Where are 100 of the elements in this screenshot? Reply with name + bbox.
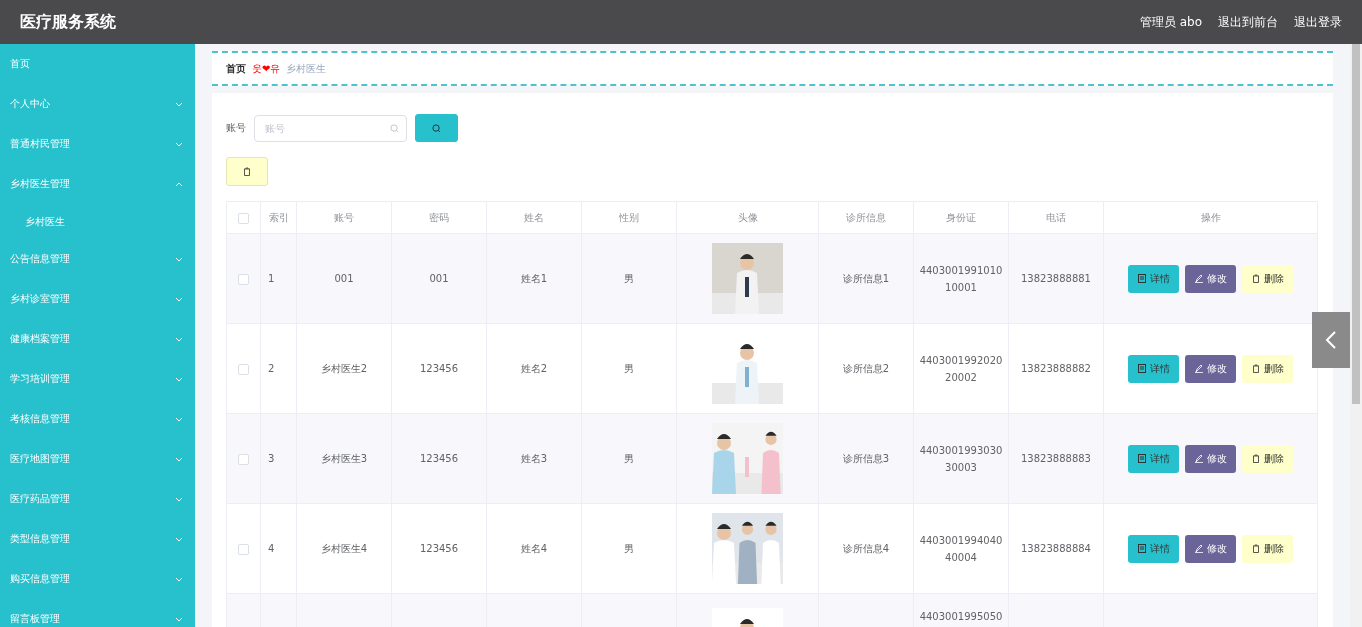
column-header: 诊所信息 — [846, 212, 886, 223]
edit-button[interactable]: 修改 — [1185, 354, 1236, 383]
chevron-down-icon — [175, 256, 183, 262]
table-cell: 乡村医生2 — [320, 363, 368, 374]
chevron-down-icon — [175, 496, 183, 502]
chevron-down-icon — [175, 616, 183, 622]
checkbox[interactable] — [238, 543, 249, 555]
column-header: 身份证 — [946, 212, 976, 223]
breadcrumb-current: 乡村医生 — [286, 61, 327, 76]
user-label: 管理员 abo — [1139, 13, 1202, 31]
search-icon — [390, 123, 399, 133]
pencil-icon — [1194, 274, 1203, 283]
column-header: 头像 — [737, 212, 758, 223]
search-label: 账号 — [226, 121, 246, 135]
delete-button[interactable]: 删除 — [1242, 534, 1293, 563]
breadcrumb-separator: 웃❤유 — [252, 61, 281, 76]
trash-icon — [1251, 454, 1260, 463]
trash-icon — [1251, 274, 1260, 283]
table-cell: 4 — [268, 543, 275, 554]
delete-button[interactable]: 删除 — [1242, 264, 1293, 293]
table-cell: 123456 — [419, 543, 459, 554]
chevron-down-icon — [175, 416, 183, 422]
table-cell: 2 — [268, 363, 275, 374]
chevron-down-icon — [175, 376, 183, 382]
chevron-down-icon — [175, 536, 183, 542]
table-cell: 男 — [624, 363, 634, 374]
header-link[interactable]: 退出到前台 — [1218, 13, 1278, 31]
trash-icon — [1251, 544, 1260, 553]
column-header: 姓名 — [524, 212, 544, 223]
table-cell: 男 — [624, 543, 634, 554]
table-cell: 13823888884 — [1021, 543, 1091, 554]
trash-icon — [1251, 364, 1260, 373]
chevron-up-icon — [175, 181, 183, 187]
trash-icon — [243, 167, 251, 176]
details-button[interactable]: 详情 — [1128, 444, 1179, 473]
table-cell: 440300199303030003 — [919, 444, 1003, 473]
chevron-down-icon — [175, 296, 183, 302]
table-cell: 男 — [624, 273, 634, 284]
table-cell: 4403001995050 — [919, 611, 1003, 622]
column-header: 密码 — [429, 212, 449, 223]
table-cell: 诊所信息4 — [842, 543, 890, 554]
chevron-down-icon — [175, 576, 183, 582]
delete-button[interactable]: 删除 — [1242, 444, 1293, 473]
pencil-icon — [1194, 364, 1203, 373]
column-header: 操作 — [1200, 212, 1221, 223]
document-icon — [1137, 544, 1146, 553]
pencil-icon — [1194, 454, 1203, 463]
table-cell: 姓名1 — [520, 273, 548, 284]
pencil-icon — [1194, 544, 1203, 553]
table-cell: 123456 — [419, 453, 459, 464]
chevron-down-icon — [175, 141, 183, 147]
document-icon — [1137, 364, 1146, 373]
drawer-toggle-button[interactable] — [1312, 312, 1350, 368]
details-button[interactable]: 详情 — [1128, 534, 1179, 563]
table-cell: 440300199404040004 — [919, 534, 1003, 563]
table-cell: 诊所信息3 — [842, 453, 890, 464]
table-cell: 13823888881 — [1021, 273, 1091, 284]
column-header: 索引 — [268, 212, 289, 223]
document-icon — [1137, 454, 1146, 463]
breadcrumb-link[interactable]: 首页 — [226, 61, 246, 76]
table-cell: 440300199202020002 — [919, 354, 1003, 383]
table-cell: 440300199101010001 — [919, 264, 1003, 293]
delete-button[interactable] — [226, 157, 268, 186]
table-cell: 001 — [429, 273, 449, 284]
edit-button[interactable]: 修改 — [1185, 534, 1236, 563]
chevron-down-icon — [175, 101, 183, 107]
header-link[interactable]: 退出登录 — [1294, 13, 1342, 31]
table-cell: 1 — [268, 273, 275, 284]
details-button[interactable]: 详情 — [1128, 264, 1179, 293]
checkbox[interactable] — [238, 363, 249, 375]
chevron-left-icon — [1325, 330, 1337, 350]
table-cell: 男 — [624, 453, 634, 464]
document-icon — [1137, 274, 1146, 283]
table-cell: 乡村医生3 — [320, 453, 368, 464]
column-header: 电话 — [1046, 212, 1066, 223]
table-cell: 姓名3 — [520, 453, 548, 464]
search-button[interactable] — [415, 114, 458, 142]
edit-button[interactable]: 修改 — [1185, 264, 1236, 293]
checkbox[interactable] — [238, 453, 249, 465]
chevron-down-icon — [175, 456, 183, 462]
table-cell: 13823888882 — [1021, 363, 1091, 374]
table-cell: 诊所信息1 — [842, 273, 890, 284]
table-cell: 3 — [268, 453, 275, 464]
table-cell: 姓名2 — [520, 363, 548, 374]
delete-button[interactable]: 删除 — [1242, 354, 1293, 383]
details-button[interactable]: 详情 — [1128, 354, 1179, 383]
column-header: 账号 — [334, 212, 354, 223]
scrollbar[interactable] — [1350, 44, 1362, 627]
table-cell: 诊所信息2 — [842, 363, 890, 374]
edit-button[interactable]: 修改 — [1185, 444, 1236, 473]
checkbox[interactable] — [238, 273, 249, 285]
table-cell: 姓名4 — [520, 543, 548, 554]
table-cell: 001 — [334, 273, 354, 284]
app-title: 医疗服务系统 — [20, 11, 117, 33]
column-header: 性别 — [619, 212, 639, 223]
checkbox[interactable] — [238, 212, 249, 224]
search-icon — [432, 123, 441, 133]
table-cell: 123456 — [419, 363, 459, 374]
table-cell: 乡村医生4 — [320, 543, 368, 554]
table-cell: 13823888883 — [1021, 453, 1091, 464]
